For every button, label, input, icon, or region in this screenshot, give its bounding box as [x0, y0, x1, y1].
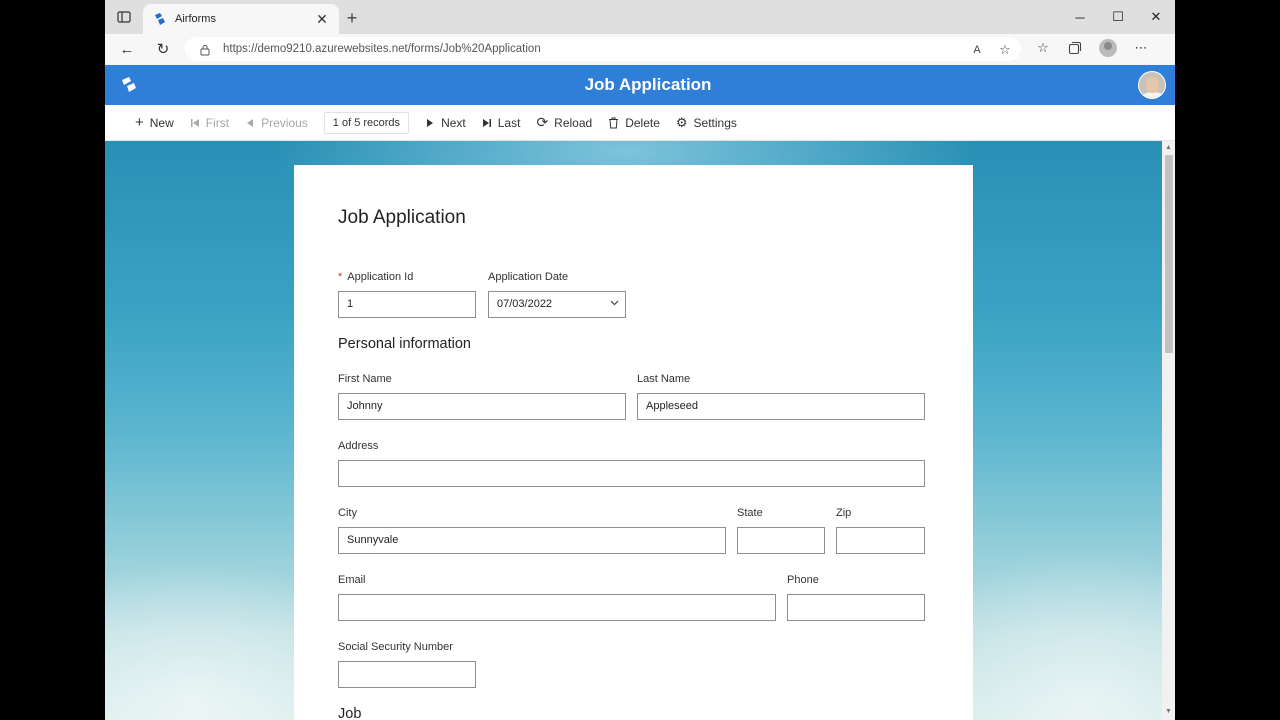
reload-button[interactable]: ⟳ Reload: [528, 105, 600, 141]
delete-button[interactable]: Delete: [600, 105, 668, 141]
last-button[interactable]: Last: [474, 105, 529, 141]
plus-icon: +: [135, 114, 144, 131]
tab-bar: Airforms ✕ + ─ ☐ ✕: [105, 0, 1175, 34]
application-date-value: 07/03/2022: [497, 298, 553, 310]
minimize-icon[interactable]: ─: [1061, 0, 1099, 34]
last-name-label: Last Name: [637, 373, 691, 385]
avatar[interactable]: [1138, 71, 1166, 99]
favorites-icon[interactable]: ☆: [1035, 40, 1051, 56]
more-icon[interactable]: ⋯: [1133, 40, 1149, 56]
city-field[interactable]: Sunnyvale: [338, 527, 726, 554]
add-favorite-icon[interactable]: ☆: [997, 42, 1013, 58]
window-close-icon[interactable]: ✕: [1137, 0, 1175, 34]
application-date-label: Application Date: [488, 271, 569, 283]
previous-label: Previous: [261, 115, 308, 130]
first-name-label: First Name: [338, 373, 392, 385]
ssn-field[interactable]: [338, 661, 476, 688]
state-field[interactable]: [737, 527, 825, 554]
state-label: State: [737, 507, 763, 519]
settings-icon: ⚙: [675, 114, 688, 130]
tab-actions-icon[interactable]: [115, 8, 133, 26]
plus-icon[interactable]: +: [343, 9, 361, 27]
browser-tab[interactable]: Airforms ✕: [143, 4, 339, 34]
reload-icon: ⟳: [536, 114, 549, 130]
page-scrollbar[interactable]: ▲ ▼: [1162, 141, 1175, 720]
address-field[interactable]: [338, 460, 925, 487]
record-count: 1 of 5 records: [323, 111, 410, 134]
application-id-field[interactable]: 1: [338, 291, 476, 318]
first-button[interactable]: First: [182, 105, 237, 141]
app-title: Job Application: [584, 75, 712, 94]
form-card: Job Application * Application Id 1 Applic…: [294, 165, 973, 720]
close-icon[interactable]: ✕: [315, 12, 329, 26]
scroll-thumb[interactable]: [1165, 155, 1173, 353]
first-label: First: [205, 115, 230, 130]
phone-field[interactable]: [787, 594, 925, 621]
delete-label: Delete: [625, 115, 660, 130]
url-input[interactable]: https://demo9210.azurewebsites.net/forms…: [185, 37, 1021, 61]
reload-label: Reload: [554, 115, 593, 130]
maximize-icon[interactable]: ☐: [1099, 0, 1137, 34]
settings-button[interactable]: ⚙ Settings: [668, 105, 745, 141]
email-field[interactable]: [338, 594, 776, 621]
delete-icon: [608, 117, 619, 129]
scroll-up-icon[interactable]: ▲: [1164, 143, 1173, 153]
command-bar: + New First Previous 1 of 5 records Next: [105, 105, 1175, 141]
scroll-down-icon[interactable]: ▼: [1164, 707, 1173, 717]
ssn-label: Social Security Number: [338, 641, 453, 653]
address-bar: ← ↻ https://demo9210.azurewebsites.net/f…: [105, 34, 1175, 64]
refresh-icon[interactable]: ↻: [153, 39, 173, 59]
first-name-field[interactable]: Johnny: [338, 393, 626, 420]
new-label: New: [149, 115, 174, 130]
chevron-down-icon: [610, 292, 619, 317]
url-text: https://demo9210.azurewebsites.net/forms…: [223, 43, 541, 55]
back-icon[interactable]: ←: [117, 39, 137, 59]
form-title: Job Application: [338, 207, 466, 228]
application-id-label: * Application Id: [338, 271, 414, 283]
last-name-field[interactable]: Appleseed: [637, 393, 925, 420]
next-button[interactable]: Next: [417, 105, 474, 141]
next-label: Next: [441, 115, 466, 130]
application-date-picker[interactable]: 07/03/2022: [488, 291, 626, 318]
browser-window: Airforms ✕ + ─ ☐ ✕ ← ↻ https://demo9210.…: [105, 0, 1175, 720]
city-label: City: [338, 507, 357, 519]
phone-label: Phone: [787, 574, 819, 586]
app-header: Job Application: [105, 65, 1175, 105]
last-label: Last: [497, 115, 521, 130]
email-label: Email: [338, 574, 366, 586]
required-asterisk: *: [338, 271, 343, 283]
job-section-title: Job: [338, 706, 362, 720]
profile-icon[interactable]: [1099, 39, 1117, 57]
personal-section-title: Personal information: [338, 336, 471, 352]
window-controls: ─ ☐ ✕: [1061, 0, 1175, 34]
airforms-favicon: [153, 12, 167, 26]
previous-button[interactable]: Previous: [237, 105, 316, 141]
new-button[interactable]: + New: [127, 105, 182, 141]
last-icon: [482, 118, 492, 128]
lock-icon[interactable]: [199, 43, 211, 56]
first-icon: [190, 118, 200, 128]
address-label: Address: [338, 440, 379, 452]
settings-label: Settings: [693, 115, 737, 130]
zip-field[interactable]: [836, 527, 925, 554]
next-icon: [425, 118, 435, 128]
read-aloud-icon[interactable]: A: [969, 42, 985, 58]
previous-icon: [245, 118, 255, 128]
zip-label: Zip: [836, 507, 852, 519]
collections-icon[interactable]: [1067, 40, 1083, 56]
form-background: Job Application * Application Id 1 Applic…: [105, 141, 1162, 720]
tab-title: Airforms: [175, 13, 216, 25]
